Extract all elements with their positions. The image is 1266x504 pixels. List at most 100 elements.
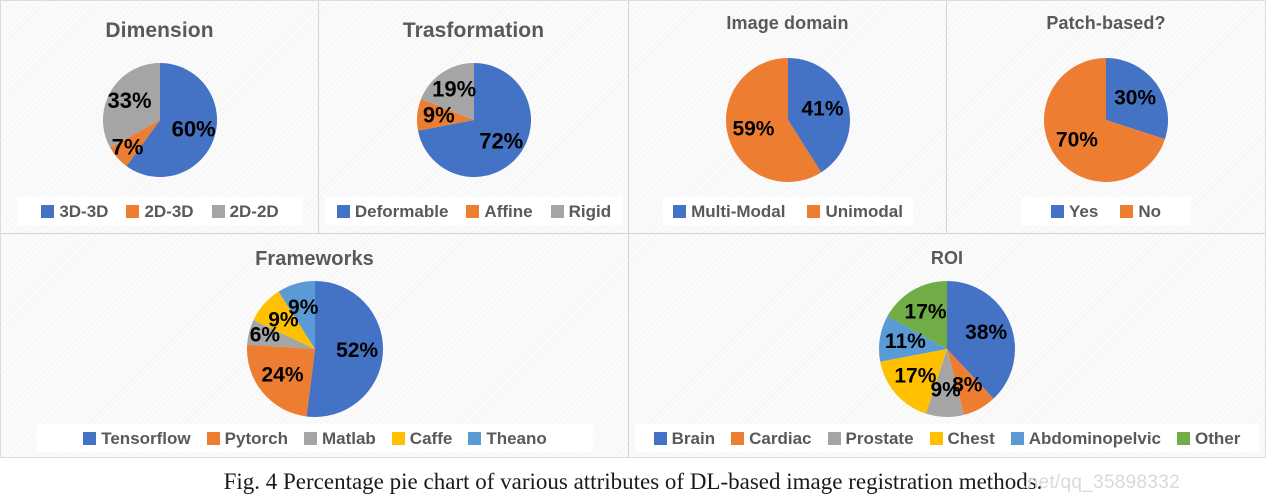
pie-slice-label: 7% bbox=[112, 134, 144, 159]
pie-slice-label: 9% bbox=[423, 102, 455, 127]
legend-item[interactable]: 2D-2D bbox=[211, 201, 279, 221]
legend-item[interactable]: Unimodal bbox=[807, 201, 903, 221]
legend-item[interactable]: Brain bbox=[653, 428, 716, 448]
pie-image-domain: 41% 59% bbox=[629, 49, 947, 191]
legend-swatch bbox=[391, 431, 405, 445]
pie-frameworks: 52% 24% 6% 9% 9% bbox=[1, 278, 629, 420]
legend-swatch bbox=[673, 204, 687, 218]
legend-swatch bbox=[1010, 431, 1024, 445]
legend-item[interactable]: Multi-Modal bbox=[673, 203, 785, 220]
legend-label: Caffe bbox=[409, 428, 453, 448]
legend-swatch bbox=[1120, 204, 1134, 218]
legend-label: Matlab bbox=[321, 428, 376, 448]
pie-roi: 38% 8% 9% 17% 11% 17% bbox=[629, 278, 1265, 420]
legend-item[interactable]: 2D-3D bbox=[126, 201, 194, 221]
legend-frameworks: Tensorflow Pytorch Matlab Caffe Theano bbox=[37, 424, 593, 452]
legend-item[interactable]: Caffe bbox=[391, 428, 453, 448]
legend-item[interactable]: Matlab bbox=[303, 428, 376, 448]
pie-slice-label: 9% bbox=[288, 296, 319, 319]
legend-swatch bbox=[807, 204, 821, 218]
legend-label: Multi-Modal bbox=[691, 201, 786, 221]
pie-slice-label: 59% bbox=[732, 118, 774, 141]
legend-item[interactable]: Yes bbox=[1051, 203, 1098, 220]
legend-label: Pytorch bbox=[224, 428, 288, 448]
legend-label: 3D-3D bbox=[59, 201, 109, 221]
chart-panel-transformation: Trasformation 72% 9% 19% Deformable Affine R… bbox=[319, 1, 629, 233]
legend-item[interactable]: Rigid bbox=[550, 201, 612, 221]
legend-swatch bbox=[929, 431, 943, 445]
legend-swatch bbox=[466, 204, 480, 218]
legend-item[interactable]: 3D-3D bbox=[41, 203, 108, 220]
legend-label: Chest bbox=[947, 428, 995, 448]
legend-label: Unimodal bbox=[825, 201, 903, 221]
legend-transformation: Deformable Affine Rigid bbox=[325, 197, 623, 225]
chart-panel-frameworks: Frameworks 52% 24% 6% 9% 9% Tensorflow Pytorc… bbox=[1, 233, 629, 457]
legend-swatch bbox=[83, 431, 97, 445]
legend-label: 2D-2D bbox=[229, 201, 279, 221]
legend-item[interactable]: Tensorflow bbox=[83, 428, 191, 448]
legend-swatch bbox=[468, 431, 482, 445]
pie-transformation: 72% 9% 19% bbox=[319, 53, 629, 187]
chart-panel-dimension: Dimension 60% 7% 33% 3D-3D 2D-3D 2D-2D bbox=[1, 1, 319, 233]
pie-slice-label: 11% bbox=[885, 330, 926, 353]
legend-label: Rigid bbox=[568, 201, 612, 221]
chart-panel-image-domain: Image domain 41% 59% Multi-Modal Unimodal bbox=[629, 1, 947, 233]
chart-panel-roi: ROI 38% 8% 9% 17% 11% 17% Brain Cardiac Prostat… bbox=[629, 233, 1265, 457]
legend-label: Deformable bbox=[354, 201, 449, 221]
legend-item[interactable]: Theano bbox=[468, 428, 547, 448]
pie-patch-based: 30% 70% bbox=[947, 49, 1265, 191]
pie-dimension: 60% 7% 33% bbox=[1, 53, 319, 187]
pie-slice-label: 17% bbox=[894, 364, 936, 387]
legend-item[interactable]: Abdominopelvic bbox=[1010, 428, 1161, 448]
pie-slice-label: 72% bbox=[479, 128, 523, 153]
legend-item[interactable]: Cardiac bbox=[731, 430, 812, 447]
legend-swatch bbox=[303, 431, 317, 445]
legend-swatch bbox=[206, 431, 220, 445]
chart-title-patch-based: Patch-based? bbox=[1046, 13, 1166, 33]
pie-slice-label: 38% bbox=[965, 321, 1007, 344]
legend-item[interactable]: Deformable bbox=[336, 201, 449, 221]
legend-label: Abdominopelvic bbox=[1028, 428, 1161, 448]
legend-swatch bbox=[1051, 204, 1064, 218]
legend-label: 2D-3D bbox=[144, 201, 194, 221]
legend-item[interactable]: Other bbox=[1177, 430, 1240, 447]
legend-label: Theano bbox=[486, 428, 547, 448]
legend-label: Prostate bbox=[845, 428, 914, 448]
legend-swatch bbox=[126, 204, 140, 218]
legend-swatch bbox=[827, 431, 841, 445]
legend-item[interactable]: Chest bbox=[929, 428, 995, 448]
legend-label: Tensorflow bbox=[101, 428, 191, 448]
legend-swatch bbox=[653, 431, 667, 445]
legend-label: Other bbox=[1195, 428, 1241, 448]
chart-title-frameworks: Frameworks bbox=[255, 248, 374, 270]
legend-swatch bbox=[1177, 431, 1190, 445]
legend-item[interactable]: Affine bbox=[466, 201, 533, 221]
legend-label: No bbox=[1138, 201, 1161, 221]
legend-label: Yes bbox=[1069, 201, 1099, 221]
chart-title-dimension: Dimension bbox=[105, 19, 214, 42]
legend-swatch bbox=[731, 431, 745, 445]
pie-slice-label: 24% bbox=[262, 363, 304, 386]
legend-patch-based: Yes No bbox=[1021, 197, 1191, 225]
legend-item[interactable]: Pytorch bbox=[206, 428, 288, 448]
pie-slice-label: 70% bbox=[1056, 129, 1098, 152]
legend-image-domain: Multi-Modal Unimodal bbox=[663, 197, 913, 225]
pie-slice-label: 19% bbox=[432, 77, 476, 102]
figure-panel: Dimension 60% 7% 33% 3D-3D 2D-3D 2D-2D Trasf… bbox=[0, 0, 1266, 458]
legend-swatch bbox=[550, 204, 564, 218]
legend-item[interactable]: Prostate bbox=[827, 428, 914, 448]
legend-swatch bbox=[41, 204, 55, 218]
chart-title-roi: ROI bbox=[930, 248, 964, 268]
legend-label: Brain bbox=[671, 428, 716, 448]
chart-panel-patch-based: Patch-based? 30% 70% Yes No bbox=[947, 1, 1265, 233]
legend-roi: Brain Cardiac Prostate Chest Abdominopelvic O… bbox=[635, 424, 1259, 452]
legend-swatch bbox=[336, 204, 350, 218]
chart-title-transformation: Trasformation bbox=[402, 19, 545, 42]
pie-slice-label: 41% bbox=[802, 98, 844, 121]
legend-item[interactable]: No bbox=[1120, 203, 1161, 220]
pie-slice-label: 60% bbox=[172, 117, 216, 142]
legend-swatch bbox=[211, 204, 225, 218]
pie-slice-label: 30% bbox=[1114, 86, 1156, 109]
legend-label: Affine bbox=[484, 201, 533, 221]
pie-slice-label: 17% bbox=[905, 300, 947, 323]
